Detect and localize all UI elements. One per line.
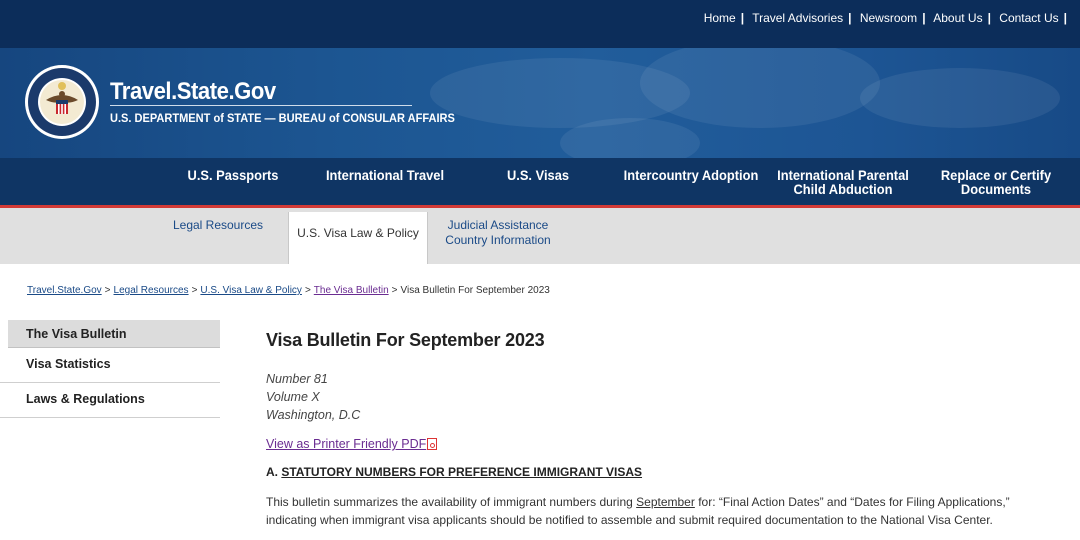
separator: | (1063, 11, 1067, 25)
intro-paragraph: This bulletin summarizes the availabilit… (266, 493, 1056, 529)
separator: | (987, 11, 991, 25)
sidebar-item-visa-statistics[interactable]: Visa Statistics (0, 348, 220, 383)
nav-replace-or-certify-documents[interactable]: Replace or Certify Documents (935, 168, 1056, 196)
breadcrumb-separator: > (104, 285, 111, 296)
pdf-icon (427, 438, 438, 450)
nav-label: Documents (960, 181, 1032, 197)
breadcrumb-separator: > (304, 285, 311, 296)
breadcrumb-link-home[interactable]: Travel.State.Gov (27, 285, 102, 296)
bulletin-location: Washington, D.C (266, 408, 361, 422)
breadcrumb-link-visa-bulletin[interactable]: The Visa Bulletin (314, 285, 389, 296)
utility-link-about-us[interactable]: About Us (933, 11, 982, 25)
sub-navigation: Legal Resources U.S. Visa Law & Policy J… (0, 208, 1080, 264)
printer-friendly-pdf-link[interactable]: View as Printer Friendly PDF (266, 437, 438, 451)
section-prefix: A. (266, 465, 278, 479)
breadcrumb-link-visa-law-policy[interactable]: U.S. Visa Law & Policy (200, 285, 302, 296)
section-title: STATUTORY NUMBERS FOR PREFERENCE IMMIGRA… (281, 465, 643, 479)
utility-bar: Home | Travel Advisories | Newsroom | About… (0, 0, 1080, 48)
map-decoration (860, 68, 1060, 128)
header-banner: Travel.State.Gov U.S. DEPARTMENT of STAT… (0, 48, 1080, 158)
utility-link-newsroom[interactable]: Newsroom (860, 11, 917, 25)
nav-label: International Parental (777, 167, 909, 183)
map-decoration (640, 48, 880, 128)
site-title[interactable]: Travel.State.Gov (110, 78, 276, 106)
subnav-label: U.S. Visa Law & Policy (297, 226, 419, 240)
breadcrumb: Travel.State.Gov > Legal Resources > U.S. Vi… (27, 285, 550, 296)
breadcrumb-current: Visa Bulletin For September 2023 (400, 285, 550, 296)
page-title: Visa Bulletin For September 2023 (266, 330, 545, 350)
subnav-label: Judicial Assistance (447, 218, 549, 232)
sidebar-item-visa-bulletin[interactable]: The Visa Bulletin (8, 320, 220, 348)
breadcrumb-separator: > (391, 285, 398, 296)
main-navigation: U.S. Passports International Travel U.S.… (0, 158, 1080, 208)
nav-intercountry-adoption[interactable]: Intercountry Adoption (620, 168, 762, 182)
nav-us-passports[interactable]: U.S. Passports (184, 168, 282, 182)
nav-label: International Travel (325, 167, 445, 183)
pdf-link-label: View as Printer Friendly PDF (266, 437, 427, 451)
breadcrumb-link-legal-resources[interactable]: Legal Resources (114, 285, 189, 296)
section-heading: A. STATUTORY NUMBERS FOR PREFERENCE IMMI… (266, 465, 1056, 479)
main-content: Visa Bulletin For September 2023 Number … (266, 330, 1056, 529)
utility-link-contact-us[interactable]: Contact Us (999, 11, 1058, 25)
department-of-state-seal-icon[interactable] (24, 64, 100, 140)
subnav-judicial-assistance[interactable]: Judicial Assistance Country Information (440, 218, 556, 248)
nav-international-parental-child-abduction[interactable]: International Parental Child Abduction (776, 168, 910, 196)
bulletin-volume: Volume X (266, 390, 320, 404)
sidebar: The Visa Bulletin Visa Statistics Laws &… (0, 320, 220, 418)
nav-international-travel[interactable]: International Travel (325, 168, 445, 182)
nav-label: U.S. Visas (506, 167, 570, 183)
subnav-us-visa-law-policy[interactable]: U.S. Visa Law & Policy (288, 212, 428, 264)
breadcrumb-separator: > (191, 285, 198, 296)
nav-label: Child Abduction (793, 181, 893, 197)
paragraph-text-start: This bulletin summarizes the availabilit… (266, 495, 637, 509)
bulletin-meta: Number 81 Volume X Washington, D.C (266, 370, 1056, 424)
subnav-label: Legal Resources (172, 218, 264, 232)
nav-label: Replace or Certify (940, 167, 1052, 183)
bulletin-number: Number 81 (266, 372, 328, 386)
separator: | (922, 11, 926, 25)
map-decoration (560, 118, 700, 158)
paragraph-month: September (636, 495, 695, 509)
nav-label: Intercountry Adoption (623, 167, 759, 183)
site-subtitle: U.S. DEPARTMENT of STATE — BUREAU of CON… (110, 111, 455, 125)
utility-link-home[interactable]: Home (704, 11, 736, 25)
separator: | (740, 11, 745, 25)
nav-us-visas[interactable]: U.S. Visas (498, 168, 579, 182)
utility-link-travel-advisories[interactable]: Travel Advisories (752, 11, 843, 25)
nav-label: U.S. Passports (187, 167, 279, 183)
subnav-label: Country Information (445, 233, 551, 247)
title-divider (110, 105, 412, 106)
separator: | (848, 11, 852, 25)
sidebar-item-laws-regulations[interactable]: Laws & Regulations (0, 383, 220, 418)
utility-links: Home | Travel Advisories | Newsroom | About… (704, 11, 1072, 25)
subnav-legal-resources[interactable]: Legal Resources (168, 218, 268, 233)
